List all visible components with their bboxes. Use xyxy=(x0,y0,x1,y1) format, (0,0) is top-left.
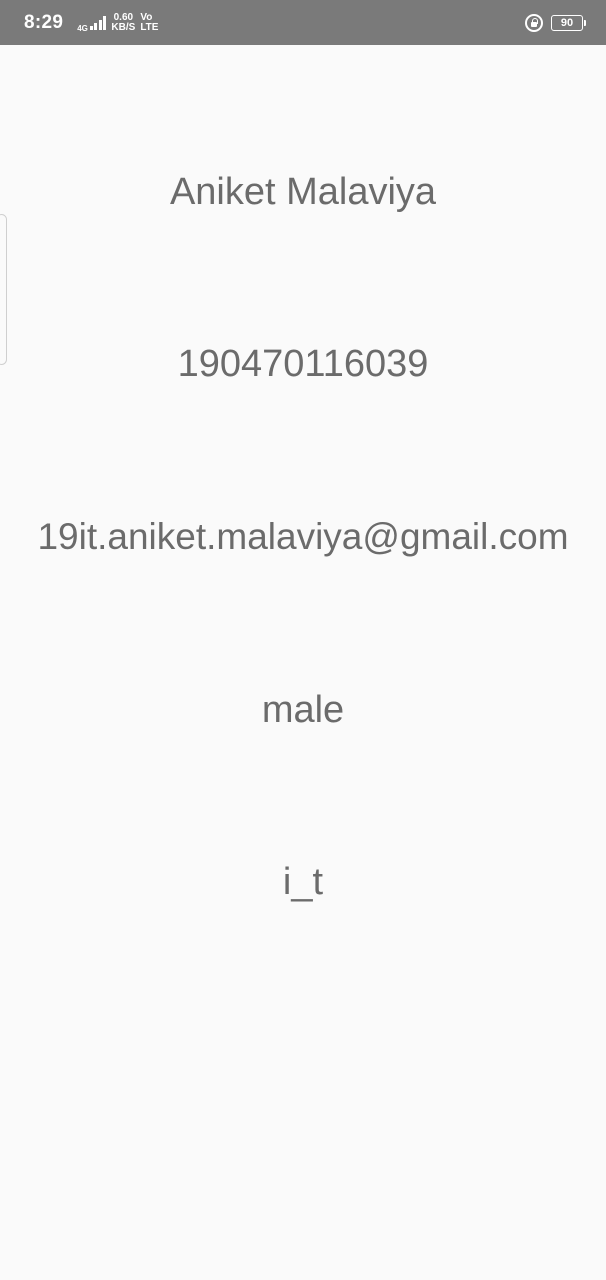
status-bar: 8:29 4G 0.60 KB/S Vo LTE 90 xyxy=(0,0,606,45)
status-time: 8:29 xyxy=(24,11,64,33)
signal-icon xyxy=(89,15,107,30)
volte-top: Vo xyxy=(140,11,153,23)
network-type-label: 4G xyxy=(77,23,88,33)
battery-tip xyxy=(584,19,586,26)
enrollment-number: 190470116039 xyxy=(177,343,429,385)
battery-level: 90 xyxy=(551,14,583,31)
gender: male xyxy=(261,689,345,731)
status-right: 90 xyxy=(525,13,586,32)
student-name: Aniket Malaviya xyxy=(169,171,437,213)
volte-indicator: Vo LTE xyxy=(140,11,159,33)
battery-icon: 90 xyxy=(551,14,586,31)
network-speed-value: 0.60 xyxy=(113,11,134,23)
volte-bottom: LTE xyxy=(140,21,159,33)
rotation-lock-icon xyxy=(525,13,543,32)
branch: i_t xyxy=(282,861,324,903)
network-speed: 0.60 KB/S xyxy=(111,11,136,33)
email-address: 19it.aniket.malaviya@gmail.com xyxy=(37,516,569,557)
status-left: 8:29 4G 0.60 KB/S Vo LTE xyxy=(24,12,158,34)
network-speed-unit: KB/S xyxy=(111,21,136,33)
